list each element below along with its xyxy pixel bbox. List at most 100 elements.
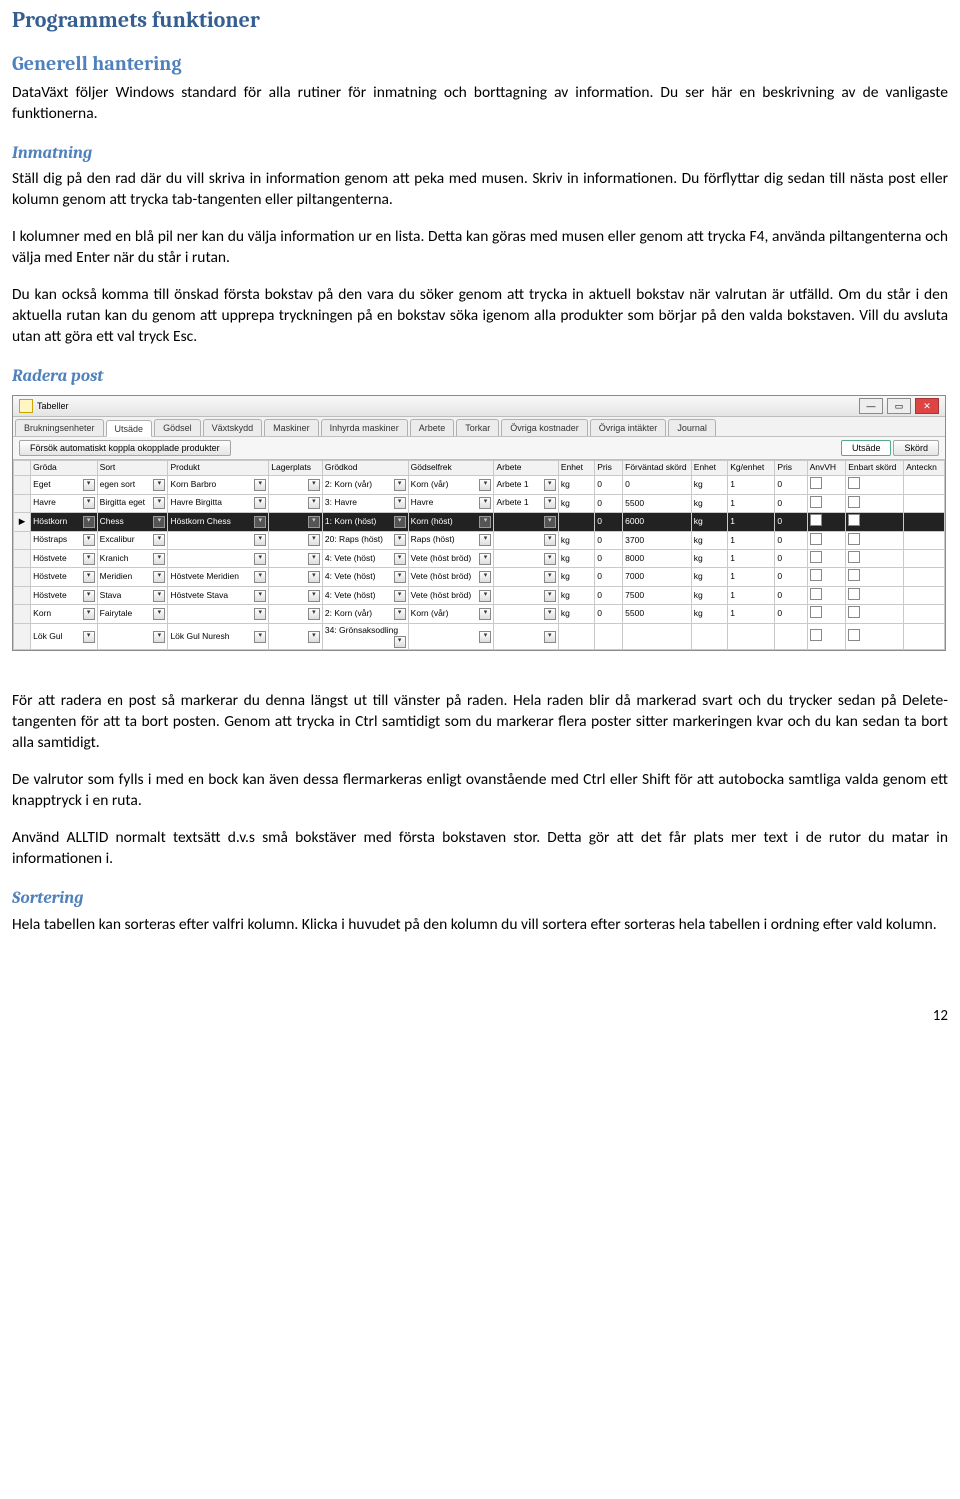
- checkbox[interactable]: [848, 606, 860, 618]
- grid-cell[interactable]: 1: [728, 605, 775, 623]
- dropdown-arrow-icon[interactable]: ▾: [153, 479, 165, 491]
- grid-cell[interactable]: Havre Birgitta▾: [168, 494, 269, 512]
- dropdown-arrow-icon[interactable]: ▾: [308, 571, 320, 583]
- grid-cell[interactable]: Havre▾: [31, 494, 98, 512]
- grid-cell[interactable]: 0: [775, 531, 807, 549]
- grid-cell[interactable]: kg: [691, 605, 727, 623]
- row-selector[interactable]: [14, 586, 31, 604]
- grid-cell[interactable]: ▾: [494, 605, 558, 623]
- grid-cell[interactable]: [807, 476, 846, 494]
- grid-cell[interactable]: 8000: [623, 550, 692, 568]
- dropdown-arrow-icon[interactable]: ▾: [394, 479, 406, 491]
- table-row[interactable]: Havre▾Birgitta eget▾Havre Birgitta▾▾3: H…: [14, 494, 945, 512]
- grid-cell[interactable]: 4: Vete (höst)▾: [322, 550, 408, 568]
- grid-cell[interactable]: 6000: [623, 513, 692, 531]
- main-tab-övriga-intäkter[interactable]: Övriga intäkter: [590, 419, 667, 436]
- grid-cell[interactable]: [807, 605, 846, 623]
- main-tab-gödsel[interactable]: Gödsel: [154, 419, 201, 436]
- grid-cell[interactable]: 0: [595, 476, 623, 494]
- grid-cell[interactable]: [904, 623, 945, 649]
- grid-cell[interactable]: kg: [558, 476, 594, 494]
- dropdown-arrow-icon[interactable]: ▾: [479, 571, 491, 583]
- grid-cell[interactable]: [691, 623, 727, 649]
- grid-cell[interactable]: 20: Raps (höst)▾: [322, 531, 408, 549]
- grid-cell[interactable]: 2: Korn (vår)▾: [322, 476, 408, 494]
- grid-cell[interactable]: kg: [558, 531, 594, 549]
- checkbox[interactable]: [848, 569, 860, 581]
- column-header[interactable]: Arbete: [494, 461, 558, 476]
- grid-cell[interactable]: kg: [691, 586, 727, 604]
- koppla-produkter-button[interactable]: Försök automatiskt koppla okopplade prod…: [19, 440, 231, 456]
- dropdown-arrow-icon[interactable]: ▾: [479, 534, 491, 546]
- grid-cell[interactable]: Birgitta eget▾: [97, 494, 168, 512]
- grid-cell[interactable]: 0: [595, 494, 623, 512]
- grid-cell[interactable]: ▾: [269, 568, 323, 586]
- dropdown-arrow-icon[interactable]: ▾: [544, 479, 556, 491]
- row-selector[interactable]: [14, 568, 31, 586]
- dropdown-arrow-icon[interactable]: ▾: [544, 590, 556, 602]
- dropdown-arrow-icon[interactable]: ▾: [308, 534, 320, 546]
- column-header[interactable]: Enhet: [558, 461, 594, 476]
- grid-cell[interactable]: kg: [691, 476, 727, 494]
- table-row[interactable]: Lök Gul▾▾Lök Gul Nuresh▾▾34: Grönsaksodl…: [14, 623, 945, 649]
- grid-cell[interactable]: 0: [623, 476, 692, 494]
- row-selector[interactable]: [14, 531, 31, 549]
- checkbox[interactable]: [848, 629, 860, 641]
- checkbox[interactable]: [810, 588, 822, 600]
- grid-cell[interactable]: [904, 568, 945, 586]
- grid-cell[interactable]: 0: [775, 513, 807, 531]
- grid-cell[interactable]: Vete (höst bröd)▾: [408, 586, 494, 604]
- dropdown-arrow-icon[interactable]: ▾: [83, 590, 95, 602]
- grid-cell[interactable]: [904, 586, 945, 604]
- grid-cell[interactable]: 1: [728, 476, 775, 494]
- dropdown-arrow-icon[interactable]: ▾: [544, 534, 556, 546]
- row-selector[interactable]: [14, 623, 31, 649]
- grid-cell[interactable]: ▾: [168, 605, 269, 623]
- grid-cell[interactable]: [807, 494, 846, 512]
- checkbox[interactable]: [848, 496, 860, 508]
- dropdown-arrow-icon[interactable]: ▾: [394, 608, 406, 620]
- maximize-button[interactable]: ▭: [887, 398, 911, 414]
- data-grid[interactable]: GrödaSortProduktLagerplatsGrödkodGödself…: [13, 460, 945, 650]
- grid-cell[interactable]: Korn Barbro▾: [168, 476, 269, 494]
- grid-cell[interactable]: 0: [775, 476, 807, 494]
- dropdown-arrow-icon[interactable]: ▾: [479, 479, 491, 491]
- dropdown-arrow-icon[interactable]: ▾: [254, 608, 266, 620]
- grid-cell[interactable]: 1: [728, 550, 775, 568]
- dropdown-arrow-icon[interactable]: ▾: [544, 631, 556, 643]
- grid-cell[interactable]: [846, 586, 904, 604]
- row-selector[interactable]: [14, 476, 31, 494]
- column-header[interactable]: Gödselfrek: [408, 461, 494, 476]
- grid-cell[interactable]: Kranich▾: [97, 550, 168, 568]
- grid-cell[interactable]: Stava▾: [97, 586, 168, 604]
- column-header[interactable]: Lagerplats: [269, 461, 323, 476]
- grid-cell[interactable]: 0: [595, 605, 623, 623]
- grid-cell[interactable]: 1: [728, 586, 775, 604]
- grid-cell[interactable]: Höstraps▾: [31, 531, 98, 549]
- dropdown-arrow-icon[interactable]: ▾: [83, 534, 95, 546]
- grid-cell[interactable]: Lök Gul Nuresh▾: [168, 623, 269, 649]
- grid-cell[interactable]: [807, 623, 846, 649]
- dropdown-arrow-icon[interactable]: ▾: [308, 590, 320, 602]
- grid-cell[interactable]: [558, 513, 594, 531]
- dropdown-arrow-icon[interactable]: ▾: [153, 497, 165, 509]
- grid-cell[interactable]: Lök Gul▾: [31, 623, 98, 649]
- grid-cell[interactable]: 3: Havre▾: [322, 494, 408, 512]
- grid-cell[interactable]: ▾: [494, 531, 558, 549]
- grid-cell[interactable]: 0: [595, 531, 623, 549]
- grid-cell[interactable]: 0: [775, 568, 807, 586]
- dropdown-arrow-icon[interactable]: ▾: [544, 571, 556, 583]
- main-tab-övriga-kostnader[interactable]: Övriga kostnader: [501, 419, 588, 436]
- grid-cell[interactable]: [904, 476, 945, 494]
- grid-cell[interactable]: kg: [691, 550, 727, 568]
- grid-cell[interactable]: Arbete 1▾: [494, 494, 558, 512]
- grid-cell[interactable]: ▾: [269, 513, 323, 531]
- table-row[interactable]: Korn▾Fairytale▾▾▾2: Korn (vår)▾Korn (vår…: [14, 605, 945, 623]
- checkbox[interactable]: [810, 533, 822, 545]
- grid-cell[interactable]: Meridien▾: [97, 568, 168, 586]
- dropdown-arrow-icon[interactable]: ▾: [544, 497, 556, 509]
- dropdown-arrow-icon[interactable]: ▾: [394, 497, 406, 509]
- dropdown-arrow-icon[interactable]: ▾: [83, 479, 95, 491]
- grid-cell[interactable]: [904, 550, 945, 568]
- dropdown-arrow-icon[interactable]: ▾: [308, 608, 320, 620]
